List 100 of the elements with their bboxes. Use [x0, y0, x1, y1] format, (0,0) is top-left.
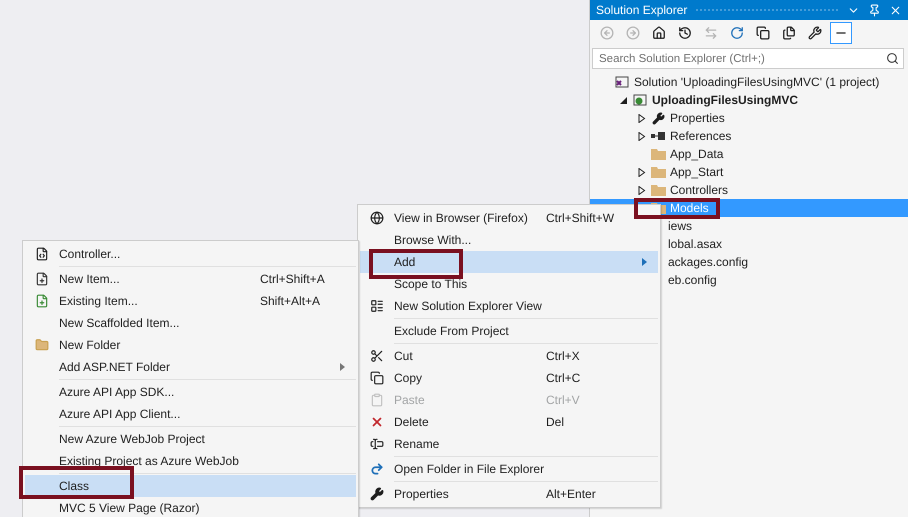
forward-icon: [626, 26, 640, 40]
add-file-icon: [35, 294, 49, 308]
menu-item[interactable]: Azure API App Client...: [25, 403, 356, 425]
expanded-arrow-icon[interactable]: [620, 96, 628, 104]
collapsed-arrow-icon[interactable]: [638, 168, 646, 176]
shortcut-label: Del: [546, 415, 566, 429]
menu-label: New Scaffolded Item...: [59, 316, 181, 330]
wrench-icon: [370, 487, 384, 501]
menu-item[interactable]: Open Folder in File Explorer: [360, 458, 658, 480]
redo-arrow-icon: [370, 462, 384, 476]
menu-label: New Azure WebJob Project: [59, 432, 206, 446]
search-field[interactable]: Search Solution Explorer (Ctrl+;): [597, 52, 886, 66]
shortcut-label: Alt+Enter: [546, 487, 597, 501]
search-icon[interactable]: [886, 52, 899, 65]
file-icon: [35, 247, 49, 261]
tree-item[interactable]: App_Data: [590, 145, 908, 163]
window-icon: [370, 299, 384, 313]
back-icon: [600, 26, 614, 40]
solution-icon: [615, 76, 629, 88]
shortcut-label: Ctrl+C: [546, 371, 582, 385]
home-icon: [652, 26, 666, 40]
menu-label: Open Folder in File Explorer: [394, 462, 546, 476]
menu-item[interactable]: Add ASP.NET Folder: [25, 356, 356, 378]
tree-label: UploadingFilesUsingMVC: [652, 93, 798, 107]
folder-icon: [650, 166, 666, 178]
menu-label: Class: [59, 479, 90, 493]
tree-label: Properties: [670, 111, 725, 125]
menu-item[interactable]: Existing Project as Azure WebJob: [25, 450, 356, 472]
collapsed-arrow-icon[interactable]: [638, 114, 646, 122]
menu-label: Rename: [394, 437, 440, 451]
menu-item[interactable]: Azure API App SDK...: [25, 381, 356, 403]
tree-item[interactable]: Controllers: [590, 181, 908, 199]
references-icon: [651, 132, 665, 140]
menu-item[interactable]: Cut Ctrl+X: [360, 345, 658, 367]
tree-item[interactable]: Properties: [590, 109, 908, 127]
new-file-icon: [35, 272, 49, 286]
menu-item[interactable]: New Solution Explorer View: [360, 295, 658, 317]
menu-label: Azure API App SDK...: [59, 385, 176, 399]
menu-label: Browse With...: [394, 233, 472, 247]
panel-title: Solution Explorer: [596, 3, 688, 17]
tree-label: Models: [670, 201, 709, 215]
scissors-icon: [370, 349, 384, 363]
menu-item[interactable]: Class: [25, 475, 356, 497]
shortcut-label: Ctrl+Shift+A: [260, 272, 326, 286]
search-box[interactable]: Search Solution Explorer (Ctrl+;): [592, 48, 904, 69]
menu-label: New Folder: [59, 338, 122, 352]
folder-icon: [650, 148, 666, 160]
clipboard-icon: [370, 393, 384, 407]
menu-item[interactable]: Delete Del: [360, 411, 658, 433]
browser-icon: [370, 211, 384, 225]
menu-item[interactable]: Exclude From Project: [360, 320, 658, 342]
menu-label: Scope to This: [394, 277, 468, 291]
wrench-icon: [652, 112, 664, 124]
delete-icon: [370, 415, 384, 429]
menu-item[interactable]: New Item... Ctrl+Shift+A: [25, 268, 356, 290]
close-icon[interactable]: [889, 4, 902, 16]
project-icon: [633, 94, 647, 106]
sync-icon: [704, 26, 718, 40]
tree-label: App_Start: [670, 165, 724, 179]
collapsed-arrow-icon[interactable]: [638, 186, 646, 194]
menu-label: New Item...: [59, 272, 121, 286]
menu-label: Azure API App Client...: [59, 407, 182, 421]
menu-item[interactable]: Scope to This: [360, 273, 658, 295]
menu-item[interactable]: Existing Item... Shift+Alt+A: [25, 290, 356, 312]
menu-item[interactable]: New Azure WebJob Project: [25, 428, 356, 450]
menu-label: Exclude From Project: [394, 324, 510, 338]
tree-label: ackages.config: [667, 255, 748, 269]
shortcut-label: Ctrl+V: [546, 393, 581, 407]
tree-item[interactable]: App_Start: [590, 163, 908, 181]
menu-item[interactable]: Copy Ctrl+C: [360, 367, 658, 389]
menu-label: View in Browser (Firefox): [394, 211, 529, 225]
tree-label: App_Data: [670, 147, 724, 161]
menu-item[interactable]: Browse With...: [360, 229, 658, 251]
menu-label: Paste: [394, 393, 426, 407]
tree-label: eb.config: [667, 273, 717, 287]
menu-item[interactable]: Controller...: [25, 243, 356, 265]
tree-item[interactable]: References: [590, 127, 908, 145]
folder-icon: [650, 184, 666, 196]
tree-label: Controllers: [670, 183, 728, 197]
tree-label: Solution 'UploadingFilesUsingMVC' (1 project): [634, 75, 880, 89]
menu-label: Cut: [394, 349, 414, 363]
pin-icon[interactable]: [868, 4, 881, 16]
tree-item[interactable]: UploadingFilesUsingMVC: [590, 91, 908, 109]
menu-label: New Solution Explorer View: [394, 299, 543, 313]
history-icon: [678, 26, 692, 40]
refresh-icon: [730, 26, 744, 40]
menu-item[interactable]: Add: [360, 251, 658, 273]
tree-label: References: [670, 129, 732, 143]
menu-item[interactable]: New Scaffolded Item...: [25, 312, 356, 334]
menu-item[interactable]: New Folder: [25, 334, 356, 356]
tree-item[interactable]: Solution 'UploadingFilesUsingMVC' (1 project): [590, 73, 908, 91]
menu-label: Properties: [394, 487, 450, 501]
menu-item[interactable]: Properties Alt+Enter: [360, 483, 658, 505]
new-folder-icon: [35, 338, 49, 352]
menu-item[interactable]: Rename: [360, 433, 658, 455]
collapsed-arrow-icon[interactable]: [638, 132, 646, 140]
menu-label: Existing Project as Azure WebJob: [59, 454, 240, 468]
menu-label: MVC 5 View Page (Razor): [59, 501, 200, 515]
menu-label: Add: [394, 255, 416, 269]
menu-item[interactable]: MVC 5 View Page (Razor): [25, 497, 356, 517]
